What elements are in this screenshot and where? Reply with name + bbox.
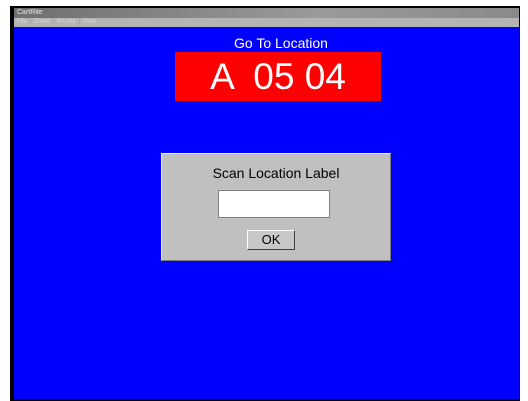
menu-separator: | — [29, 19, 32, 25]
window-title-bar: CartRite — [14, 8, 519, 18]
dialog-title: Scan Location Label — [212, 165, 340, 181]
go-to-location-label: Go To Location — [234, 35, 328, 51]
menu-separator: | — [52, 19, 55, 25]
menu-item-file[interactable]: File — [17, 18, 27, 27]
scan-location-dialog: Scan Location Label OK — [161, 153, 391, 261]
scan-location-input[interactable] — [218, 190, 330, 218]
window-title: CartRite — [17, 9, 43, 16]
menu-item-priority[interactable]: Priority — [57, 18, 76, 27]
menu-item-zoom[interactable]: Zoom — [34, 18, 49, 27]
menu-separator: | — [78, 19, 81, 25]
menu-bar: File | Zoom | Priority | Help — [14, 18, 519, 27]
ok-button[interactable]: OK — [247, 230, 295, 250]
target-location-display: A 05 04 — [175, 52, 381, 101]
menu-item-help[interactable]: Help — [83, 18, 95, 27]
